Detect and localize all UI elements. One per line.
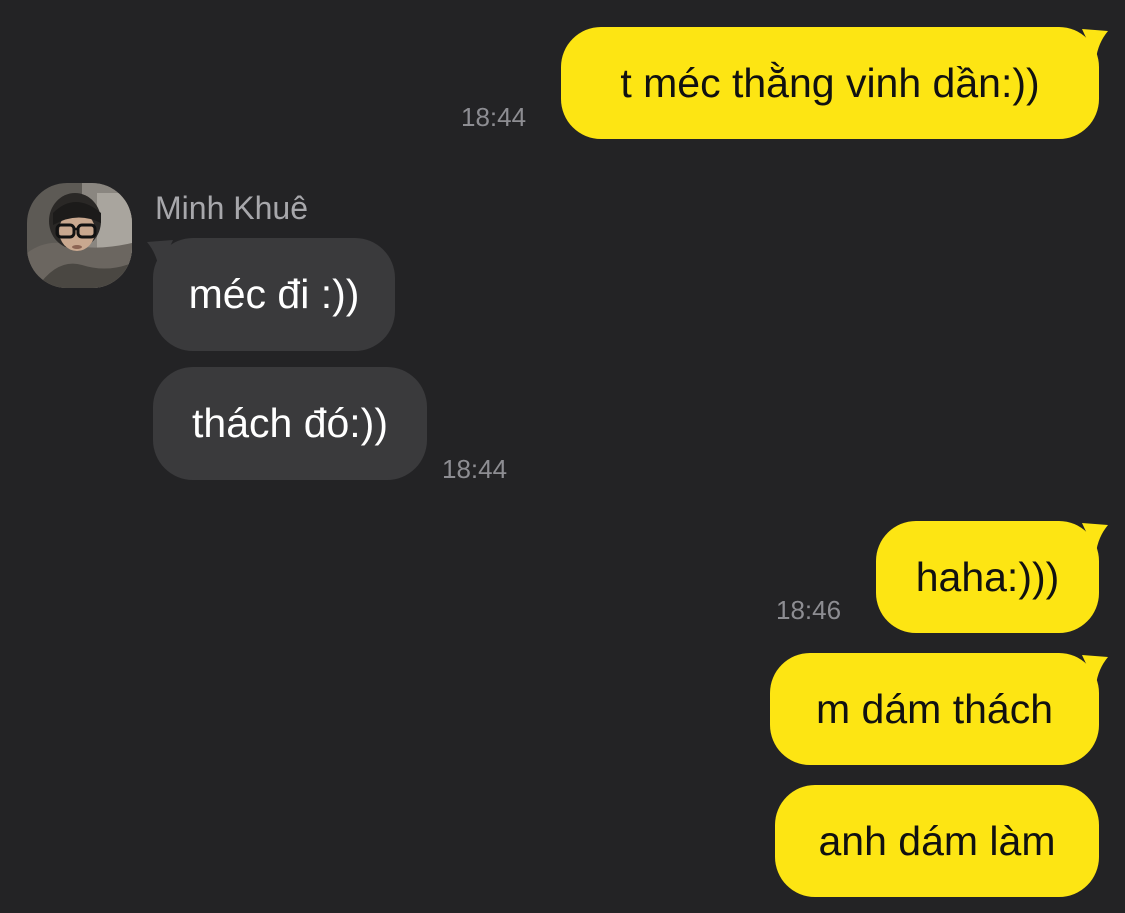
bubble-tail-icon [1082, 523, 1108, 553]
message-timestamp: 18:44 [461, 102, 527, 132]
message-bubble-outgoing[interactable]: haha:))) [876, 521, 1099, 633]
message-text: t méc thằng vinh dần:)) [620, 59, 1040, 106]
message-bubble-outgoing[interactable]: anh dám làm [775, 785, 1099, 897]
message-text: m dám thách [816, 685, 1053, 732]
sender-name: Minh Khuê [155, 190, 308, 226]
bubble-tail-icon [1082, 655, 1108, 685]
message-timestamp: 18:46 [776, 595, 842, 625]
message-text: méc đi :)) [188, 271, 360, 317]
bubble-tail-icon [147, 240, 173, 270]
avatar-photo-icon [27, 183, 132, 288]
contact-avatar[interactable] [27, 183, 132, 288]
message-bubble-outgoing[interactable]: t méc thằng vinh dần:)) [561, 27, 1099, 139]
message-timestamp: 18:44 [442, 454, 508, 484]
message-text: anh dám làm [818, 817, 1056, 864]
bubble-tail-icon [1082, 29, 1108, 59]
message-bubble-outgoing[interactable]: m dám thách [770, 653, 1099, 765]
chat-screen: { "chat": { "contact_name": "Minh Khuê",… [0, 0, 1125, 913]
message-bubble-incoming[interactable]: thách đó:)) [153, 367, 427, 480]
message-bubble-incoming[interactable]: méc đi :)) [153, 238, 395, 351]
message-text: haha:))) [915, 553, 1060, 600]
message-text: thách đó:)) [192, 400, 388, 446]
